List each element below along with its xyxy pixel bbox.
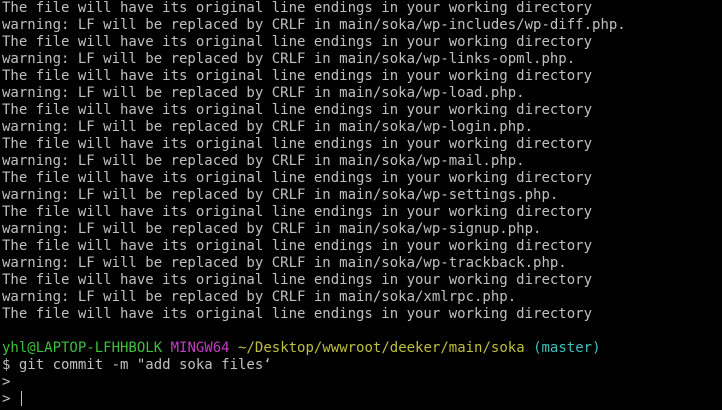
- active-input-line[interactable]: >: [2, 391, 722, 408]
- output-line: The file will have its original line end…: [2, 204, 593, 220]
- continuation-prompt: >: [2, 391, 19, 407]
- output-line: warning: LF will be replaced by CRLF in …: [2, 221, 542, 237]
- prompt-line: yhl@LAPTOP-LFHHBOLK MINGW64 ~/Desktop/ww…: [2, 340, 722, 357]
- continuation-prompt: >: [2, 374, 11, 390]
- output-line: The file will have its original line end…: [2, 272, 593, 288]
- output-line: warning: LF will be replaced by CRLF in …: [2, 17, 626, 33]
- output-line: The file will have its original line end…: [2, 170, 593, 186]
- terminal-window[interactable]: The file will have its original line end…: [0, 0, 722, 410]
- output-line: warning: LF will be replaced by CRLF in …: [2, 153, 525, 169]
- output-line: The file will have its original line end…: [2, 34, 593, 50]
- output-line: The file will have its original line end…: [2, 136, 593, 152]
- output-line: warning: LF will be replaced by CRLF in …: [2, 289, 517, 305]
- output-line: warning: LF will be replaced by CRLF in …: [2, 85, 525, 101]
- prompt-shell: MINGW64: [170, 340, 230, 356]
- command-line: $ git commit -m "add soka files‘: [2, 357, 272, 373]
- prompt-path: ~/Desktop/wwwroot/deeker/main/soka: [238, 340, 525, 356]
- prompt-branch: (master): [533, 340, 601, 356]
- output-line: The file will have its original line end…: [2, 68, 593, 84]
- output-line: The file will have its original line end…: [2, 238, 593, 254]
- output-line: warning: LF will be replaced by CRLF in …: [2, 119, 534, 135]
- output-line: warning: LF will be replaced by CRLF in …: [2, 255, 567, 271]
- output-line: The file will have its original line end…: [2, 306, 593, 322]
- text-cursor: [20, 391, 22, 406]
- output-line: warning: LF will be replaced by CRLF in …: [2, 187, 559, 203]
- output-line: warning: LF will be replaced by CRLF in …: [2, 51, 576, 67]
- output-line: The file will have its original line end…: [2, 0, 593, 16]
- output-line: The file will have its original line end…: [2, 102, 593, 118]
- prompt-user-host: yhl@LAPTOP-LFHHBOLK: [2, 340, 163, 356]
- terminal-output: The file will have its original line end…: [2, 0, 722, 323]
